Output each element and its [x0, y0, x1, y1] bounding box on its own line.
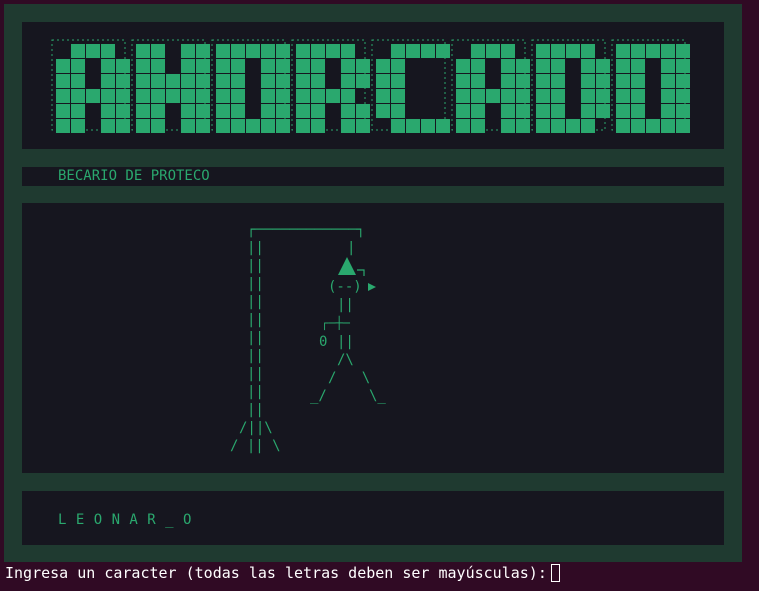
gallows-beam: ┌────────────┐	[247, 222, 366, 238]
subtitle-text: BECARIO DE PROTECO	[58, 168, 210, 184]
title-banner	[22, 22, 724, 149]
hangman-panel: ┌────────────┐ || || || || || || || || || || /||\…	[22, 203, 724, 473]
gallows-base-lower: / || \	[230, 438, 281, 454]
gallows-post-row: ||	[247, 240, 264, 256]
arrow-right-icon	[368, 283, 376, 291]
subtitle-panel: BECARIO DE PROTECO	[22, 167, 724, 186]
figure-arm: ┌─┼─	[321, 316, 350, 330]
figure-face: (--)	[328, 279, 362, 295]
logo-letter	[451, 39, 530, 133]
game-frame: BECARIO DE PROTECO ┌────────────┐ || || ||…	[4, 4, 742, 562]
logo-letter	[51, 39, 130, 133]
logo-letter	[131, 39, 210, 133]
figure-hand-zero: 0	[319, 334, 328, 350]
gallows-post-row: ||	[247, 348, 264, 364]
word-panel: L E O N A R _ O	[22, 491, 724, 545]
figure-neck: ||	[337, 297, 354, 313]
figure-legs: / \	[328, 370, 371, 386]
gallows-post-row: ||	[247, 402, 264, 418]
logo-letter	[531, 39, 610, 133]
gallows-post-row: ||	[247, 384, 264, 400]
hat-icon	[338, 257, 356, 275]
gallows-post-row: ||	[247, 366, 264, 382]
gallows-base-upper: /||\	[239, 420, 273, 436]
gallows-post-row: ||	[247, 330, 264, 346]
logo-letter	[611, 39, 690, 133]
ahorcado-ascii-logo	[51, 39, 690, 133]
gallows-post-row: ||	[247, 294, 264, 310]
logo-letter	[211, 39, 290, 133]
gallows-post-row: ||	[247, 312, 264, 328]
gallows-post-row: ||	[247, 276, 264, 292]
text-cursor[interactable]	[550, 564, 560, 582]
hat-brim-icon	[357, 269, 365, 276]
logo-letter	[371, 39, 450, 133]
prompt-text: Ingresa un caracter (todas las letras de…	[5, 564, 547, 582]
logo-letter	[291, 39, 370, 133]
figure-hip: /\	[337, 352, 354, 368]
guessed-word: L E O N A R _ O	[58, 512, 192, 528]
input-prompt[interactable]: Ingresa un caracter (todas las letras de…	[5, 563, 560, 583]
figure-body: ||	[337, 334, 354, 350]
figure-feet: _/ \_	[310, 388, 386, 404]
gallows-post-row: ||	[247, 258, 264, 274]
